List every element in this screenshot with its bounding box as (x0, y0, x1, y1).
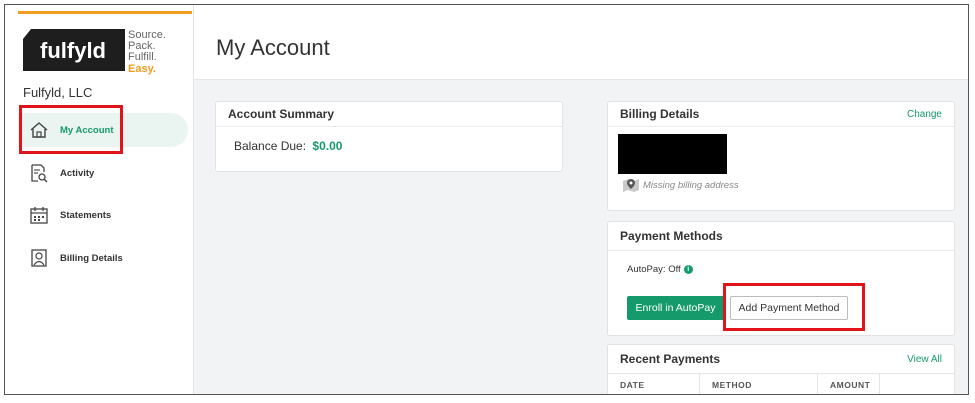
sidebar-item-label: My Account (60, 124, 114, 136)
column-header-amount[interactable]: AMOUNT (818, 374, 880, 394)
calendar-icon (28, 204, 50, 226)
add-payment-method-button[interactable]: Add Payment Method (730, 296, 848, 320)
page-header: My Account (194, 5, 968, 80)
sidebar-item-label: Statements (60, 209, 112, 221)
card-header: Recent Payments View All (608, 345, 954, 373)
enroll-autopay-button[interactable]: Enroll in AutoPay (627, 296, 724, 320)
recent-payments-card: Recent Payments View All DATE METHOD AMO… (607, 344, 955, 394)
recent-payments-title: Recent Payments (620, 352, 721, 366)
billing-details-title: Billing Details (620, 107, 700, 121)
balance-label: Balance Due: (234, 139, 307, 153)
sidebar-accent-bar (18, 11, 192, 14)
app-window: fulfyld Source. Pack. Fulfill. Easy. Ful… (4, 4, 969, 395)
missing-billing-address: Missing billing address (622, 178, 739, 192)
missing-address-text: Missing billing address (643, 179, 739, 191)
sidebar: fulfyld Source. Pack. Fulfill. Easy. Ful… (5, 5, 194, 394)
logo-tagline-fulfill: Fulfill. (128, 51, 157, 63)
sidebar-item-label: Billing Details (60, 252, 123, 264)
column-header-date[interactable]: DATE (608, 374, 700, 394)
payment-methods-card: Payment Methods AutoPay: Off i Enroll in… (607, 221, 955, 336)
change-link[interactable]: Change (907, 109, 942, 120)
activity-icon (28, 162, 50, 184)
balance-due: Balance Due: $0.00 (234, 139, 342, 153)
payments-table-header: DATE METHOD AMOUNT (608, 373, 954, 394)
company-name: Fulfyld, LLC (23, 85, 93, 100)
sidebar-item-billing-details[interactable]: Billing Details (18, 241, 188, 275)
sidebar-item-activity[interactable]: Activity (18, 156, 188, 190)
column-header-actions (880, 374, 954, 394)
column-header-method[interactable]: METHOD (700, 374, 818, 394)
billing-details-card: Billing Details Change Missing billing a… (607, 101, 955, 211)
person-icon (28, 247, 50, 269)
redacted-billing-name (618, 134, 727, 174)
sidebar-item-my-account[interactable]: My Account (18, 113, 188, 147)
home-icon (28, 119, 50, 141)
fulfyld-logo: fulfyld Source. Pack. Fulfill. Easy. (23, 29, 166, 75)
map-pin-icon (623, 179, 639, 192)
logo-wordmark: fulfyld (40, 38, 106, 63)
logo-tagline-easy: Easy. (128, 63, 156, 75)
autopay-status: AutoPay: Off i (627, 264, 693, 275)
account-summary-title: Account Summary (228, 107, 335, 121)
account-summary-card: Account Summary Balance Due: $0.00 (215, 101, 563, 172)
card-header: Billing Details Change (608, 102, 954, 127)
balance-value: $0.00 (312, 139, 343, 153)
page-title: My Account (216, 35, 330, 60)
info-icon[interactable]: i (683, 265, 693, 274)
view-all-link[interactable]: View All (907, 354, 942, 365)
sidebar-item-statements[interactable]: Statements (18, 198, 188, 232)
sidebar-item-label: Activity (60, 167, 95, 179)
card-header: Account Summary (216, 102, 562, 127)
payment-methods-title: Payment Methods (620, 229, 723, 243)
autopay-status-text: AutoPay: Off (627, 264, 681, 275)
card-header: Payment Methods (608, 222, 954, 251)
